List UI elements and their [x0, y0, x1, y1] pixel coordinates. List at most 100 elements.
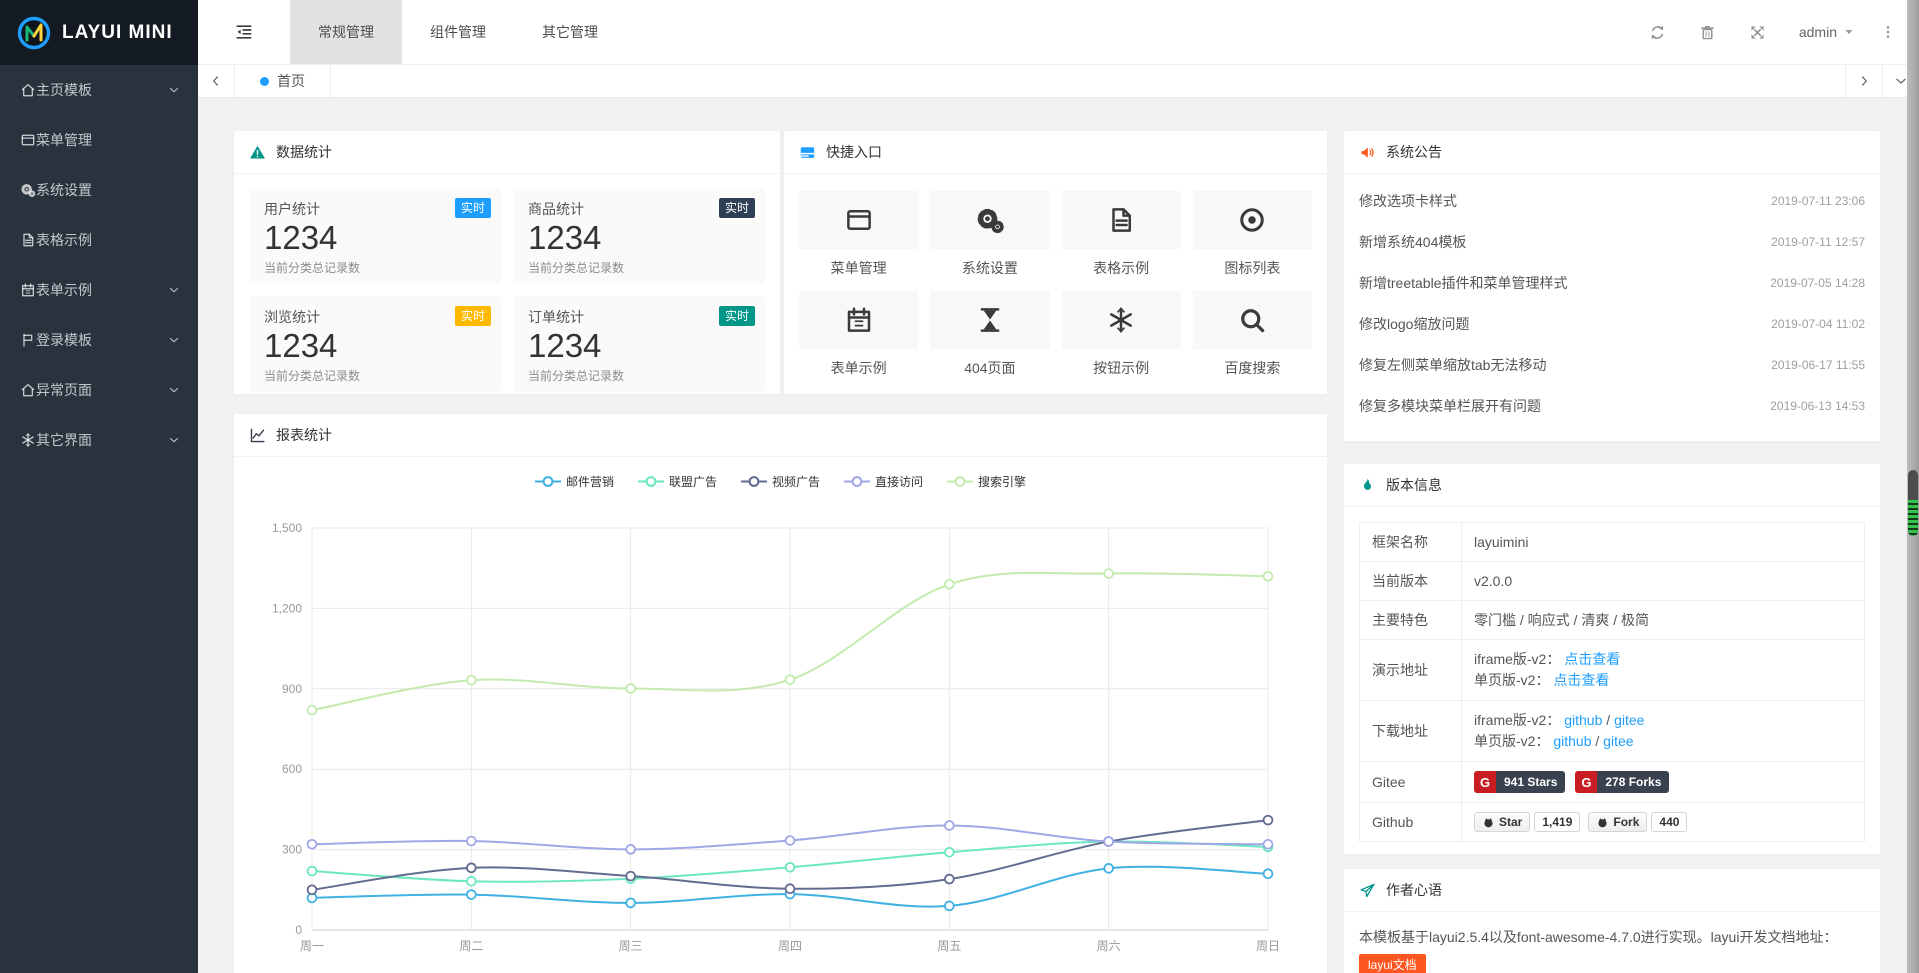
version-table: 框架名称layuimini当前版本v2.0.0主要特色零门槛 / 响应式 / 清… — [1359, 522, 1865, 842]
announcement-text: 修改选项卡样式 — [1359, 191, 1457, 211]
link-点击查看[interactable]: 点击查看 — [1553, 672, 1609, 688]
file-icon — [20, 232, 36, 248]
github-count[interactable]: 1,419 — [1534, 812, 1580, 832]
expand-icon — [1749, 24, 1766, 41]
stat-card-商品统计[interactable]: 商品统计1234当前分类总记录数实时 — [513, 188, 765, 284]
version-row-label: 主要特色 — [1360, 601, 1462, 640]
plane-icon — [1359, 882, 1376, 899]
legend-item-搜索引擎[interactable]: 搜索引擎 — [947, 473, 1026, 490]
clear-cache-button[interactable] — [1683, 0, 1733, 65]
shortcut-label: 404页面 — [930, 358, 1049, 378]
tab-home-label: 首页 — [277, 71, 305, 91]
author-line-1: 本模板基于layui2.5.4以及font-awesome-4.7.0进行实现。… — [1359, 924, 1865, 951]
announcement-item[interactable]: 修复左侧菜单缩放tab无法移动2019-06-17 11:55 — [1359, 344, 1865, 385]
stat-card-value: 1234 — [528, 219, 750, 257]
sidebar-item-其它界面[interactable]: 其它界面 — [0, 415, 198, 465]
github-star-button[interactable]: Star — [1474, 812, 1530, 832]
link-gitee[interactable]: gitee — [1603, 733, 1633, 749]
window-icon — [844, 205, 874, 235]
sidebar-item-菜单管理[interactable]: 菜单管理 — [0, 115, 198, 165]
tabs-scroll-left-button[interactable] — [198, 65, 235, 97]
panel-header: 数据统计 — [234, 131, 780, 174]
refresh-button[interactable] — [1633, 0, 1683, 65]
shortcut-tile — [799, 191, 918, 249]
legend-item-直接访问[interactable]: 直接访问 — [844, 473, 923, 490]
calendar-icon — [20, 282, 36, 298]
version-row-下载地址: 下载地址iframe版-v2： github / gitee单页版-v2： gi… — [1360, 701, 1865, 762]
gitee-badge[interactable]: G278 Forks — [1575, 771, 1669, 793]
legend-label: 联盟广告 — [669, 473, 717, 490]
legend-label: 视频广告 — [772, 473, 820, 490]
svg-text:周一: 周一 — [300, 939, 324, 953]
shortcut-百度搜索[interactable]: 百度搜索 — [1193, 291, 1312, 378]
version-row-value: layuimini — [1462, 523, 1865, 562]
version-row-主要特色: 主要特色零门槛 / 响应式 / 清爽 / 极简 — [1360, 601, 1865, 640]
announcement-item[interactable]: 修改选项卡样式2019-07-11 23:06 — [1359, 180, 1865, 221]
version-row-value: Star1,419 Fork440 — [1462, 803, 1865, 842]
svg-text:300: 300 — [282, 843, 302, 857]
tab-home[interactable]: 首页 — [235, 65, 331, 97]
snowflake-icon — [1106, 305, 1136, 335]
shortcut-label: 图标列表 — [1193, 258, 1312, 278]
shortcut-404页面[interactable]: 404页面 — [930, 291, 1049, 378]
legend-item-视频广告[interactable]: 视频广告 — [741, 473, 820, 490]
gitee-badge-text: 278 Forks — [1597, 771, 1669, 793]
announcement-item[interactable]: 修改logo缩放问题2019-07-04 11:02 — [1359, 303, 1865, 344]
announcement-item[interactable]: 新增treetable插件和菜单管理样式2019-07-05 14:28 — [1359, 262, 1865, 303]
user-menu[interactable]: admin — [1783, 24, 1871, 40]
module-tab-常规管理[interactable]: 常规管理 — [290, 0, 402, 64]
github-fork-button[interactable]: Fork — [1588, 812, 1647, 832]
shortcut-表格示例[interactable]: 表格示例 — [1062, 191, 1181, 278]
module-tab-label: 其它管理 — [542, 22, 598, 42]
app-logo[interactable]: LAYUI MINI — [0, 0, 198, 65]
sidebar-item-label: 系统设置 — [36, 180, 92, 200]
vertical-scrollbar[interactable] — [1907, 0, 1919, 973]
tabs-scroll-right-button[interactable] — [1845, 65, 1882, 97]
sidebar-item-表格示例[interactable]: 表格示例 — [0, 215, 198, 265]
shortcut-label: 百度搜索 — [1193, 358, 1312, 378]
announcement-time: 2019-07-11 12:57 — [1771, 235, 1865, 249]
module-tab-其它管理[interactable]: 其它管理 — [514, 0, 626, 64]
link-gitee[interactable]: gitee — [1614, 712, 1644, 728]
shortcut-图标列表[interactable]: 图标列表 — [1193, 191, 1312, 278]
fire-icon — [1359, 477, 1376, 494]
card-icon — [799, 144, 816, 161]
fullscreen-button[interactable] — [1733, 0, 1783, 65]
announcement-item[interactable]: 新增系统404模板2019-07-11 12:57 — [1359, 221, 1865, 262]
stat-card-浏览统计[interactable]: 浏览统计1234当前分类总记录数实时 — [249, 296, 501, 392]
panel-version-info: 版本信息 框架名称layuimini当前版本v2.0.0主要特色零门槛 / 响应… — [1343, 463, 1881, 855]
link-点击查看[interactable]: 点击查看 — [1564, 651, 1620, 667]
link-github[interactable]: github — [1553, 733, 1591, 749]
stat-card-订单统计[interactable]: 订单统计1234当前分类总记录数实时 — [513, 296, 765, 392]
layui-doc-button[interactable]: layui文档 — [1359, 954, 1426, 973]
realtime-badge: 实时 — [455, 306, 491, 326]
module-tab-组件管理[interactable]: 组件管理 — [402, 0, 514, 64]
stat-card-用户统计[interactable]: 用户统计1234当前分类总记录数实时 — [249, 188, 501, 284]
stats-cards: 用户统计1234当前分类总记录数实时商品统计1234当前分类总记录数实时浏览统计… — [234, 174, 780, 395]
sidebar-item-主页模板[interactable]: 主页模板 — [0, 65, 198, 115]
sidebar-item-表单示例[interactable]: 表单示例 — [0, 265, 198, 315]
github-count[interactable]: 440 — [1651, 812, 1687, 832]
gitee-badge[interactable]: G941 Stars — [1474, 771, 1565, 793]
legend-item-联盟广告[interactable]: 联盟广告 — [638, 473, 717, 490]
stat-card-value: 1234 — [264, 327, 486, 365]
scrollbar-thumb[interactable] — [1908, 470, 1918, 536]
stat-card-title: 用户统计 — [264, 199, 486, 219]
svg-text:周三: 周三 — [619, 939, 643, 953]
sidebar-item-系统设置[interactable]: 系统设置 — [0, 165, 198, 215]
link-github[interactable]: github — [1564, 712, 1602, 728]
legend-item-邮件营销[interactable]: 邮件营销 — [535, 473, 614, 490]
shortcut-系统设置[interactable]: 系统设置 — [930, 191, 1049, 278]
more-actions-button[interactable] — [1871, 0, 1905, 65]
shortcut-菜单管理[interactable]: 菜单管理 — [799, 191, 918, 278]
chevron-left-icon — [209, 74, 223, 88]
sidebar-item-登录模板[interactable]: 登录模板 — [0, 315, 198, 365]
sidebar-item-异常页面[interactable]: 异常页面 — [0, 365, 198, 415]
shortcut-按钮示例[interactable]: 按钮示例 — [1062, 291, 1181, 378]
version-row-当前版本: 当前版本v2.0.0 — [1360, 562, 1865, 601]
stat-card-title: 商品统计 — [528, 199, 750, 219]
shortcut-表单示例[interactable]: 表单示例 — [799, 291, 918, 378]
hourglass-icon — [975, 305, 1005, 335]
collapse-sidebar-button[interactable] — [198, 0, 290, 64]
announcement-item[interactable]: 修复多模块菜单栏展开有问题2019-06-13 14:53 — [1359, 385, 1865, 426]
